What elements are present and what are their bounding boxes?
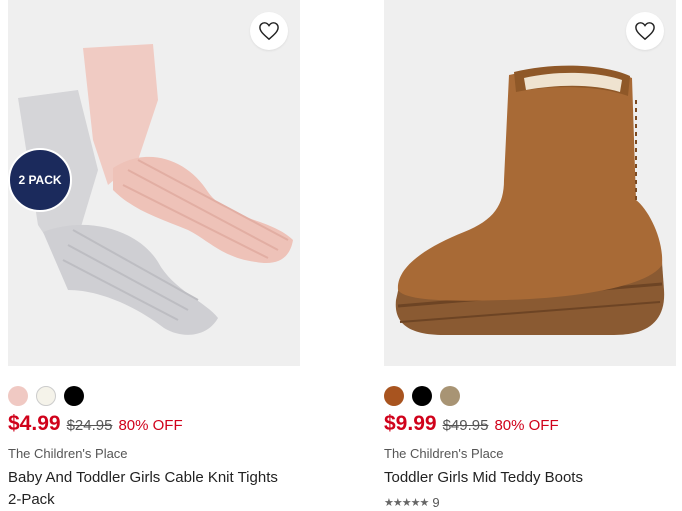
heart-outline-icon (635, 22, 655, 41)
swatch-pink[interactable] (8, 386, 28, 406)
color-swatches (8, 386, 306, 408)
sale-price: $4.99 (8, 412, 61, 435)
original-price: $49.95 (442, 417, 489, 434)
swatch-tan[interactable] (440, 386, 460, 406)
product-image[interactable] (384, 0, 676, 366)
price-row: $9.99 $49.95 80% OFF (384, 412, 682, 436)
wishlist-button[interactable] (250, 12, 288, 50)
product-image[interactable]: 2 PACK (8, 0, 300, 366)
swatch-black[interactable] (64, 386, 84, 406)
wishlist-button[interactable] (626, 12, 664, 50)
two-pack-badge: 2 PACK (8, 148, 72, 212)
swatch-brown[interactable] (384, 386, 404, 406)
swatch-black[interactable] (412, 386, 432, 406)
rating[interactable]: ★★★★★ 9 (384, 495, 682, 510)
rating-stars-icon: ★★★★★ (384, 497, 429, 509)
brand-name: The Children's Place (384, 446, 504, 461)
color-swatches (384, 386, 682, 408)
product-card[interactable]: $9.99 $49.95 80% OFF The Children's Plac… (384, 0, 682, 510)
sale-price: $9.99 (384, 412, 437, 435)
heart-outline-icon (259, 22, 279, 41)
boot-image (395, 65, 665, 335)
product-title-link[interactable]: Toddler Girls Mid Teddy Boots (384, 467, 669, 489)
product-title-link[interactable]: Baby And Toddler Girls Cable Knit Tights… (8, 467, 293, 511)
price-row: $4.99 $24.95 80% OFF (8, 412, 306, 436)
original-price: $24.95 (66, 417, 113, 434)
discount-label: 80% OFF (494, 417, 559, 434)
product-card[interactable]: 2 PACK $4.99 $24.95 80% OFF The Children… (8, 0, 306, 511)
rating-count: 9 (432, 495, 440, 510)
swatch-white[interactable] (36, 386, 56, 406)
brand-name: The Children's Place (8, 446, 128, 461)
discount-label: 80% OFF (118, 417, 183, 434)
